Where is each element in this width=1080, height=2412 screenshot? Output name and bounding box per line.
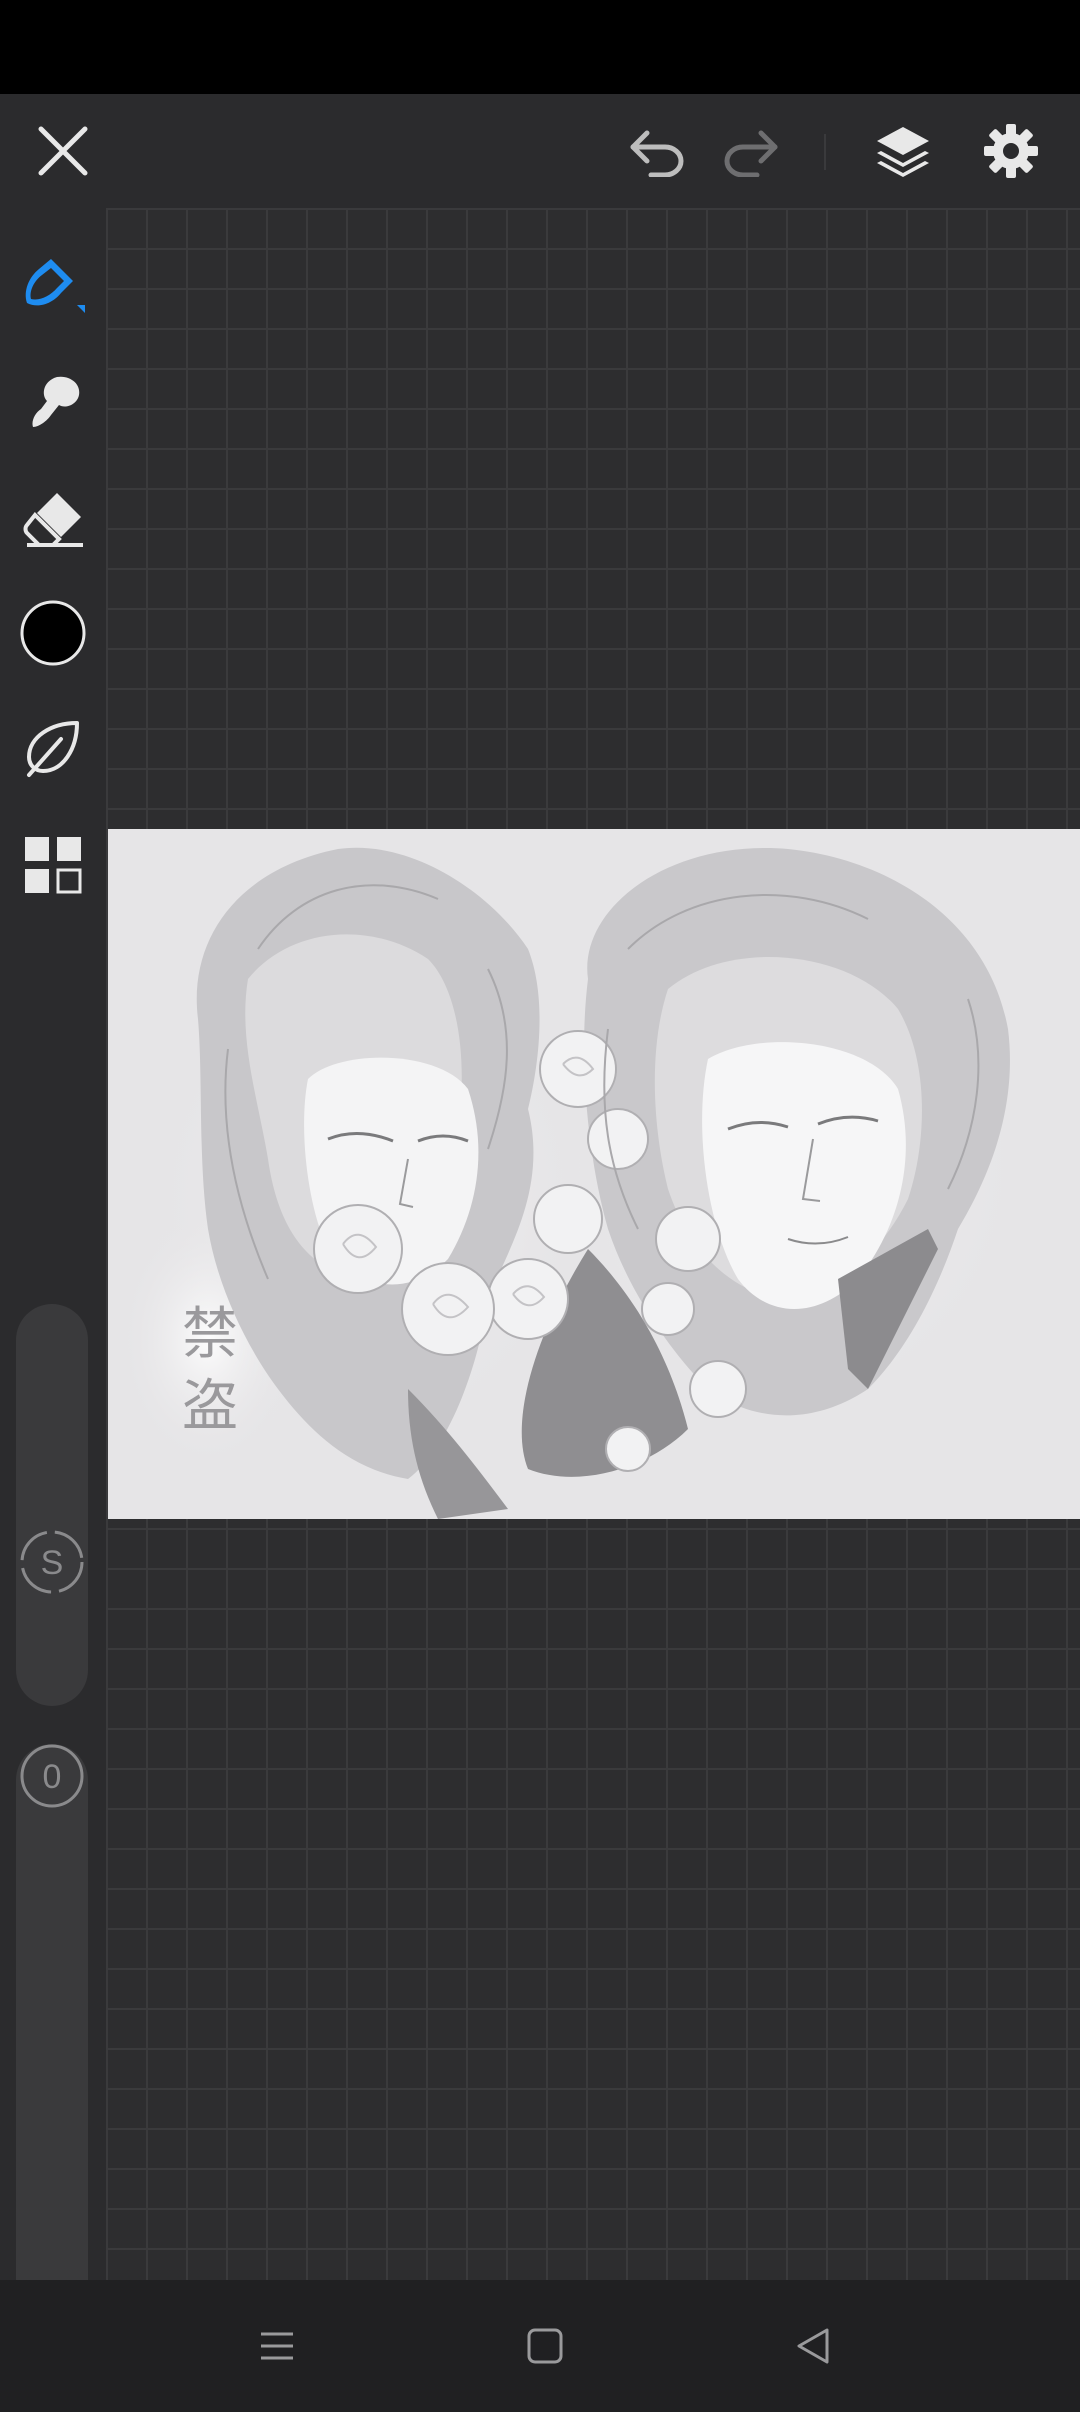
eraser-tool[interactable]	[8, 474, 98, 564]
layers-button[interactable]	[858, 106, 948, 196]
brush-size-slider[interactable]	[16, 1304, 88, 1706]
redo-icon	[724, 130, 778, 177]
gear-icon	[984, 124, 1038, 178]
menu-icon	[261, 2332, 293, 2360]
home-button[interactable]	[500, 2308, 590, 2384]
size-slider-label: S	[41, 1544, 64, 1582]
artwork-caption: 禁 盗	[182, 1302, 238, 1439]
pen-tool[interactable]	[8, 242, 98, 332]
lasso-tool[interactable]	[8, 704, 98, 794]
artwork-canvas[interactable]: 禁 盗	[108, 829, 1080, 1519]
layers-icon	[877, 127, 929, 177]
system-nav-bar	[0, 2280, 1080, 2412]
drawing-app: S 0 禁 盗	[0, 0, 1080, 2412]
color-circle-icon	[20, 600, 86, 666]
tool-sidebar: S 0	[0, 208, 106, 2346]
top-toolbar	[0, 94, 1080, 208]
grid-icon	[25, 837, 82, 894]
opacity-slider-label: 0	[43, 1758, 62, 1796]
opacity-icon: 0	[20, 1744, 84, 1808]
color-swatch[interactable]	[8, 588, 98, 678]
back-button[interactable]	[768, 2308, 858, 2384]
settings-button[interactable]	[966, 106, 1056, 196]
opacity-slider[interactable]	[16, 1744, 88, 2346]
smudge-tool[interactable]	[8, 358, 98, 448]
undo-button[interactable]	[612, 106, 702, 196]
lasso-icon	[27, 721, 79, 777]
pen-icon	[25, 259, 85, 313]
home-icon	[527, 2328, 563, 2364]
close-icon	[38, 126, 88, 176]
status-bar	[0, 0, 1080, 94]
more-tools[interactable]	[8, 820, 98, 910]
artwork-illustration	[118, 847, 1028, 1519]
size-slider-handle[interactable]: S	[20, 1530, 84, 1594]
menu-button[interactable]	[232, 2308, 322, 2384]
toolbar-divider	[824, 134, 826, 170]
redo-button[interactable]	[706, 106, 796, 196]
eraser-icon	[23, 493, 83, 547]
back-icon	[797, 2328, 829, 2364]
smudge-icon	[32, 376, 80, 427]
close-button[interactable]	[18, 106, 108, 196]
undo-icon	[630, 130, 684, 177]
size-icon: S	[20, 1530, 84, 1594]
opacity-slider-handle[interactable]: 0	[20, 1744, 84, 1808]
